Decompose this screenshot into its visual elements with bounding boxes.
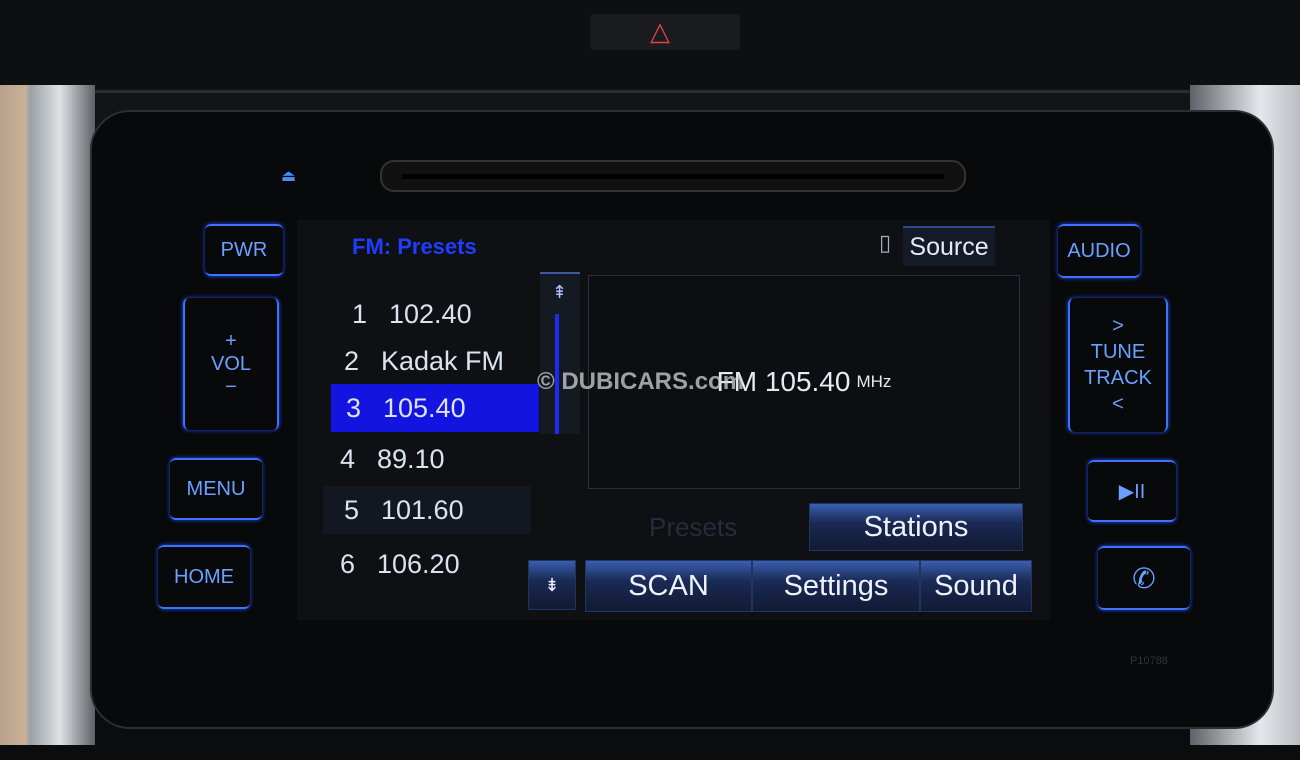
scan-button[interactable]: SCAN	[585, 560, 752, 612]
preset-row[interactable]: 2 Kadak FM	[327, 337, 535, 385]
panel-code: P10788	[1130, 655, 1168, 667]
phone-button[interactable]: ✆	[1098, 546, 1190, 610]
menu-button[interactable]: MENU	[170, 458, 262, 520]
watermark: © DUBICARS.com	[537, 368, 745, 395]
preset-label: 101.60	[381, 494, 464, 525]
source-button[interactable]: Source	[903, 226, 995, 266]
preset-number: 2	[343, 345, 359, 376]
preset-number: 6	[339, 548, 355, 579]
tune-track-control[interactable]: > TUNE TRACK <	[1068, 298, 1168, 432]
preset-row[interactable]: 5 101.60	[323, 486, 531, 534]
preset-label: 105.40	[383, 392, 466, 423]
tune-up-button[interactable]: >	[1112, 313, 1124, 339]
preset-number: 4	[339, 443, 355, 474]
settings-button[interactable]: Settings	[752, 560, 920, 612]
hazard-button[interactable]: △	[590, 14, 740, 50]
touchscreen: FM: Presets ▯ Source 1 102.40 2 Kadak FM 3…	[297, 220, 1050, 620]
dashboard-top: △	[0, 0, 1300, 93]
tune-track-label: TUNE TRACK	[1084, 341, 1152, 389]
volume-up-button[interactable]: +	[225, 330, 237, 353]
play-pause-button[interactable]: ▶II	[1088, 460, 1176, 522]
sound-button[interactable]: Sound	[920, 560, 1032, 612]
preset-row[interactable]: 1 102.40	[327, 290, 535, 338]
audio-button[interactable]: AUDIO	[1058, 224, 1140, 278]
preset-label: 89.10	[377, 443, 445, 474]
preset-label: Kadak FM	[381, 345, 505, 376]
preset-label: 102.40	[389, 298, 472, 329]
preset-row[interactable]: 4 89.10	[327, 435, 535, 483]
presets-tab[interactable]: Presets	[649, 512, 737, 543]
power-button[interactable]: PWR	[205, 224, 283, 276]
preset-label: 106.20	[377, 548, 460, 579]
preset-number: 1	[351, 298, 367, 329]
volume-label: VOL	[210, 352, 252, 375]
tune-down-button[interactable]: <	[1112, 391, 1124, 417]
car-head-unit: △ ⏏ PWR + VOL − MENU HOME AUDIO > TUNE T…	[0, 0, 1300, 760]
home-button[interactable]: HOME	[158, 545, 250, 609]
scrollbar[interactable]: ⇞	[540, 272, 580, 434]
hazard-icon: △	[650, 16, 670, 46]
preset-row[interactable]: 6 106.20	[327, 540, 535, 588]
preset-number: 3	[345, 392, 361, 423]
phone-disconnected-icon: ▯	[879, 230, 892, 255]
scroll-up-icon[interactable]: ⇞	[552, 282, 567, 303]
preset-number: 5	[343, 494, 359, 525]
eject-button[interactable]: ⏏	[281, 166, 296, 186]
volume-down-button[interactable]: −	[225, 376, 237, 399]
stations-button[interactable]: Stations	[809, 503, 1023, 551]
page-title: FM: Presets	[352, 234, 477, 259]
scroll-down-button[interactable]: ⇟	[528, 560, 576, 610]
scroll-down-icon: ⇟	[544, 574, 560, 595]
frequency-unit: MHz	[856, 372, 892, 391]
preset-row-selected[interactable]: 3 105.40	[331, 384, 539, 432]
cd-slot	[380, 160, 966, 192]
left-trim	[0, 85, 95, 745]
frequency-value: 105.40	[764, 366, 851, 397]
volume-control[interactable]: + VOL −	[183, 298, 279, 430]
